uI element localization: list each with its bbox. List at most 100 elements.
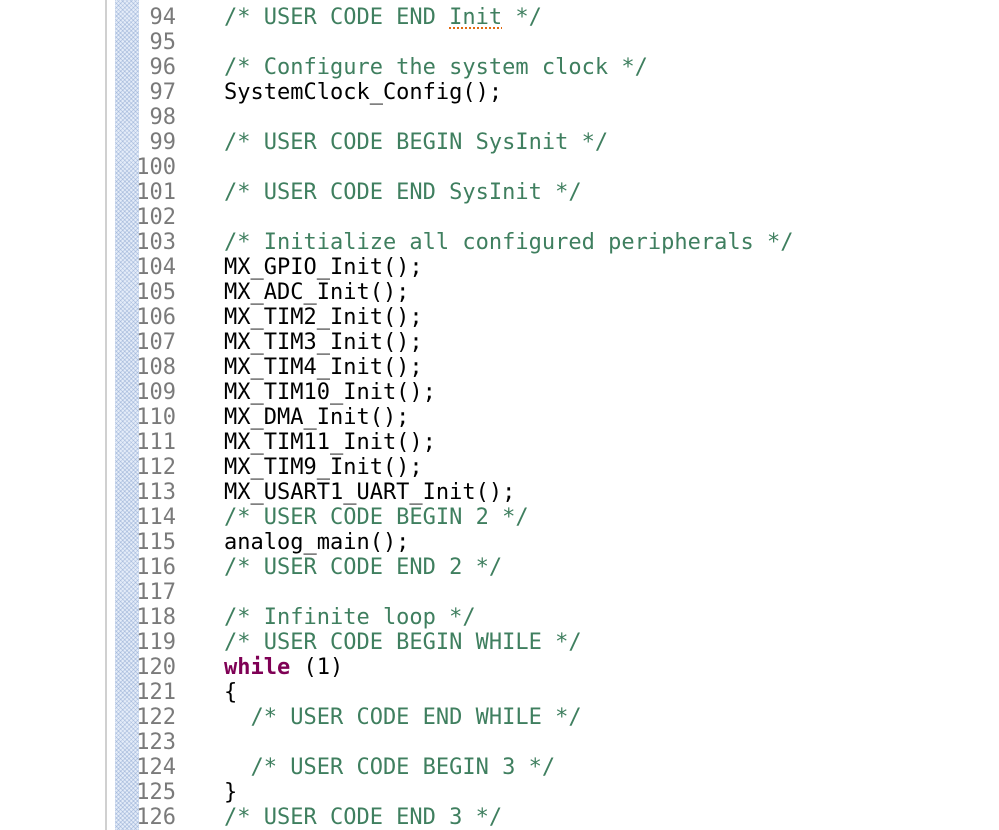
code-line[interactable]: 123 (0, 730, 999, 755)
code-line[interactable]: 99 /* USER CODE BEGIN SysInit */ (0, 130, 999, 155)
code-comment: /* Infinite loop */ (224, 605, 476, 630)
code-line[interactable]: 115 analog_main(); (0, 530, 999, 555)
line-number: 117 (136, 580, 176, 605)
line-number: 115 (136, 530, 176, 555)
code-line[interactable]: 119 /* USER CODE BEGIN WHILE */ (0, 630, 999, 655)
code-text[interactable]: /* Initialize all configured peripherals… (224, 230, 794, 255)
line-number: 122 (136, 705, 176, 730)
code-line[interactable]: 114 /* USER CODE BEGIN 2 */ (0, 505, 999, 530)
code-line[interactable]: 120 while (1) (0, 655, 999, 680)
code-text[interactable]: /* Configure the system clock */ (224, 55, 648, 80)
code-text[interactable]: MX_ADC_Init(); (224, 280, 409, 305)
code-comment: /* USER CODE BEGIN SysInit */ (224, 130, 609, 155)
line-number: 107 (136, 330, 176, 355)
code-text[interactable]: /* USER CODE BEGIN WHILE */ (224, 630, 582, 655)
code-line[interactable]: 106 MX_TIM2_Init(); (0, 305, 999, 330)
code-comment: /* USER CODE BEGIN WHILE */ (224, 630, 582, 655)
code-line[interactable]: 95 (0, 30, 999, 55)
code-line[interactable]: 118 /* Infinite loop */ (0, 605, 999, 630)
line-number: 123 (136, 730, 176, 755)
code-line[interactable]: 122 /* USER CODE END WHILE */ (0, 705, 999, 730)
code-line[interactable]: 117 (0, 580, 999, 605)
code-text[interactable]: /* Infinite loop */ (224, 605, 476, 630)
code-comment: /* Configure the system clock */ (224, 55, 648, 80)
code-text[interactable]: MX_TIM10_Init(); (224, 380, 436, 405)
code-token: MX_TIM4_Init(); (224, 355, 423, 380)
code-line[interactable]: 97 SystemClock_Config(); (0, 80, 999, 105)
code-editor[interactable]: 9394/* USER CODE END Init */9596/* Confi… (0, 0, 999, 830)
code-text[interactable]: /* USER CODE BEGIN 2 */ (224, 505, 529, 530)
line-number: 100 (136, 155, 176, 180)
code-line[interactable]: 96 /* Configure the system clock */ (0, 55, 999, 80)
code-line[interactable]: 109 MX_TIM10_Init(); (0, 380, 999, 405)
code-token: MX_USART1_UART_Init(); (224, 480, 516, 505)
code-text[interactable]: /* USER CODE END Init */ (224, 5, 542, 30)
code-text[interactable]: /* USER CODE BEGIN SysInit */ (224, 130, 608, 155)
code-line[interactable]: 102 (0, 205, 999, 230)
code-line[interactable]: 107 MX_TIM3_Init(); (0, 330, 999, 355)
code-token: SystemClock_Config(); (224, 80, 503, 105)
code-comment: */ (502, 5, 542, 30)
code-line[interactable]: 124 /* USER CODE BEGIN 3 */ (0, 755, 999, 780)
line-number: 95 (149, 30, 177, 55)
code-token: MX_GPIO_Init(); (224, 255, 423, 280)
code-token: MX_TIM9_Init(); (224, 455, 423, 480)
code-lines[interactable]: 9394/* USER CODE END Init */9596/* Confi… (0, 0, 999, 830)
line-number: 97 (149, 80, 177, 105)
code-token: MX_ADC_Init(); (224, 280, 410, 305)
code-text[interactable]: /* USER CODE END WHILE */ (224, 705, 582, 730)
code-line[interactable]: 108 MX_TIM4_Init(); (0, 355, 999, 380)
code-line[interactable]: 100 (0, 155, 999, 180)
code-text[interactable]: MX_TIM3_Init(); (224, 330, 423, 355)
code-text[interactable]: MX_TIM9_Init(); (224, 455, 423, 480)
code-keyword: while (224, 655, 291, 680)
code-text[interactable]: MX_DMA_Init(); (224, 405, 409, 430)
code-line[interactable]: 113 MX_USART1_UART_Init(); (0, 480, 999, 505)
line-number: 106 (136, 305, 176, 330)
code-text[interactable]: MX_TIM11_Init(); (224, 430, 436, 455)
line-number: 103 (136, 230, 176, 255)
code-line[interactable]: 121 { (0, 680, 999, 705)
code-line[interactable]: 111 MX_TIM11_Init(); (0, 430, 999, 455)
code-line[interactable]: 103 /* Initialize all configured peripher… (0, 230, 999, 255)
line-number: 108 (136, 355, 176, 380)
code-text[interactable]: MX_TIM4_Init(); (224, 355, 423, 380)
code-line[interactable]: 98 (0, 105, 999, 130)
code-comment: /* USER CODE END 3 */ (224, 805, 503, 830)
code-line[interactable]: 126 /* USER CODE END 3 */ (0, 805, 999, 830)
code-text[interactable]: { (224, 680, 237, 705)
line-number: 105 (136, 280, 176, 305)
code-line[interactable]: 105 MX_ADC_Init(); (0, 280, 999, 305)
line-number: 111 (136, 430, 176, 455)
code-text[interactable]: /* USER CODE END 3 */ (224, 805, 502, 830)
code-line[interactable]: 101 /* USER CODE END SysInit */ (0, 180, 999, 205)
code-comment: Init (449, 5, 503, 30)
code-line[interactable]: 125} (0, 780, 999, 805)
code-text[interactable]: MX_TIM2_Init(); (224, 305, 423, 330)
code-text[interactable]: analog_main(); (224, 530, 409, 555)
code-token: analog_main(); (224, 530, 410, 555)
code-token: MX_TIM11_Init(); (224, 430, 436, 455)
code-text[interactable]: MX_GPIO_Init(); (224, 255, 423, 280)
line-number: 124 (136, 755, 176, 780)
code-text[interactable]: /* USER CODE END SysInit */ (224, 180, 582, 205)
code-line[interactable]: 112 MX_TIM9_Init(); (0, 455, 999, 480)
code-line[interactable]: 104 MX_GPIO_Init(); (0, 255, 999, 280)
code-line[interactable]: 116 /* USER CODE END 2 */ (0, 555, 999, 580)
code-token: { (224, 680, 238, 705)
line-number: 116 (136, 555, 176, 580)
code-comment: /* USER CODE END WHILE */ (224, 705, 582, 730)
code-line[interactable]: 110 MX_DMA_Init(); (0, 405, 999, 430)
code-line[interactable]: 94 /* USER CODE END Init */ (0, 5, 999, 30)
code-text[interactable]: } (224, 780, 237, 805)
code-text[interactable]: /* USER CODE BEGIN 3 */ (224, 755, 555, 780)
code-text[interactable]: MX_USART1_UART_Init(); (224, 480, 515, 505)
line-number: 126 (136, 805, 176, 830)
code-text[interactable]: SystemClock_Config(); (224, 80, 502, 105)
code-token: MX_DMA_Init(); (224, 405, 410, 430)
code-text[interactable]: /* USER CODE END 2 */ (224, 555, 502, 580)
line-number: 98 (149, 105, 177, 130)
line-number: 96 (149, 55, 177, 80)
line-number: 119 (136, 630, 176, 655)
code-text[interactable]: while (1) (224, 655, 343, 680)
